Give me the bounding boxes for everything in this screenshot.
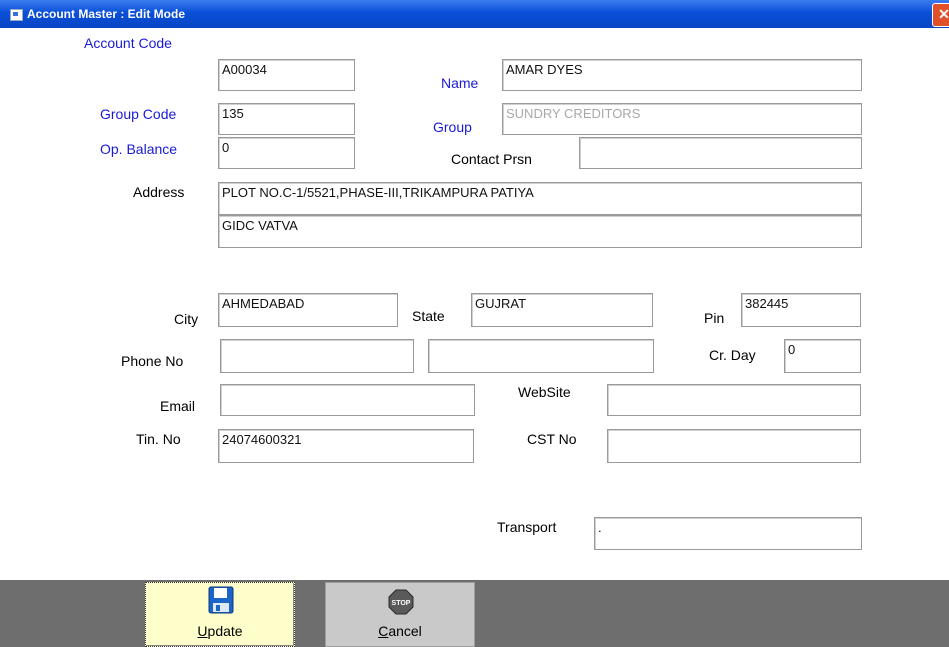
website-field[interactable] [607,384,861,416]
cancel-button[interactable]: STOP Cancel [325,582,475,647]
app-icon [10,9,23,21]
update-button[interactable]: Update [145,582,295,647]
group-label: Group [433,119,472,135]
contact-person-label: Contact Prsn [451,151,532,167]
form-area: Account Code A00034 Name AMAR DYES Group… [0,28,949,580]
group-code-label: Group Code [100,106,177,122]
address-line2-field[interactable]: GIDC VATVA [218,215,862,248]
contact-person-field[interactable] [579,137,862,169]
update-button-label: Update [197,623,243,639]
stop-sign-icon: STOP [388,589,414,615]
email-label: Email [160,398,196,414]
name-field[interactable]: AMAR DYES [502,59,862,91]
name-label: Name [441,75,479,91]
city-field[interactable]: AHMEDABAD [218,293,398,327]
svg-text:STOP: STOP [392,600,411,607]
floppy-disk-icon [208,586,234,614]
account-code-label: Account Code [84,35,172,51]
state-field[interactable]: GUJRAT [471,293,653,327]
account-code-field[interactable]: A00034 [218,59,355,91]
cancel-button-label: Cancel [378,623,422,639]
tin-no-field[interactable]: 24074600321 [218,429,474,463]
op-balance-label: Op. Balance [100,141,178,157]
address-label: Address [133,184,185,200]
phone-field-2[interactable] [428,339,654,373]
window-title: Account Master : Edit Mode [27,7,186,21]
transport-field[interactable]: . [594,517,862,550]
state-label: State [412,308,445,324]
address-line1-field[interactable]: PLOT NO.C-1/5521,PHASE-III,TRIKAMPURA PA… [218,182,862,215]
group-code-field[interactable]: 135 [218,103,355,135]
pin-field[interactable]: 382445 [741,293,861,327]
transport-label: Transport [497,519,557,535]
title-bar: Account Master : Edit Mode ✕ [0,0,949,28]
group-field[interactable]: SUNDRY CREDITORS [502,103,862,135]
close-button[interactable]: ✕ [932,3,949,27]
email-field[interactable] [220,384,475,416]
pin-label: Pin [704,310,725,326]
cst-no-field[interactable] [607,429,861,463]
phone-no-label: Phone No [121,353,184,369]
tin-no-label: Tin. No [136,431,181,447]
website-label: WebSite [518,384,571,400]
phone-field-1[interactable] [220,339,414,373]
op-balance-field[interactable]: 0 [218,137,355,169]
cst-no-label: CST No [527,431,577,447]
cr-day-label: Cr. Day [709,347,756,363]
close-icon: ✕ [938,6,949,22]
cr-day-field[interactable]: 0 [784,339,861,373]
city-label: City [174,311,199,327]
